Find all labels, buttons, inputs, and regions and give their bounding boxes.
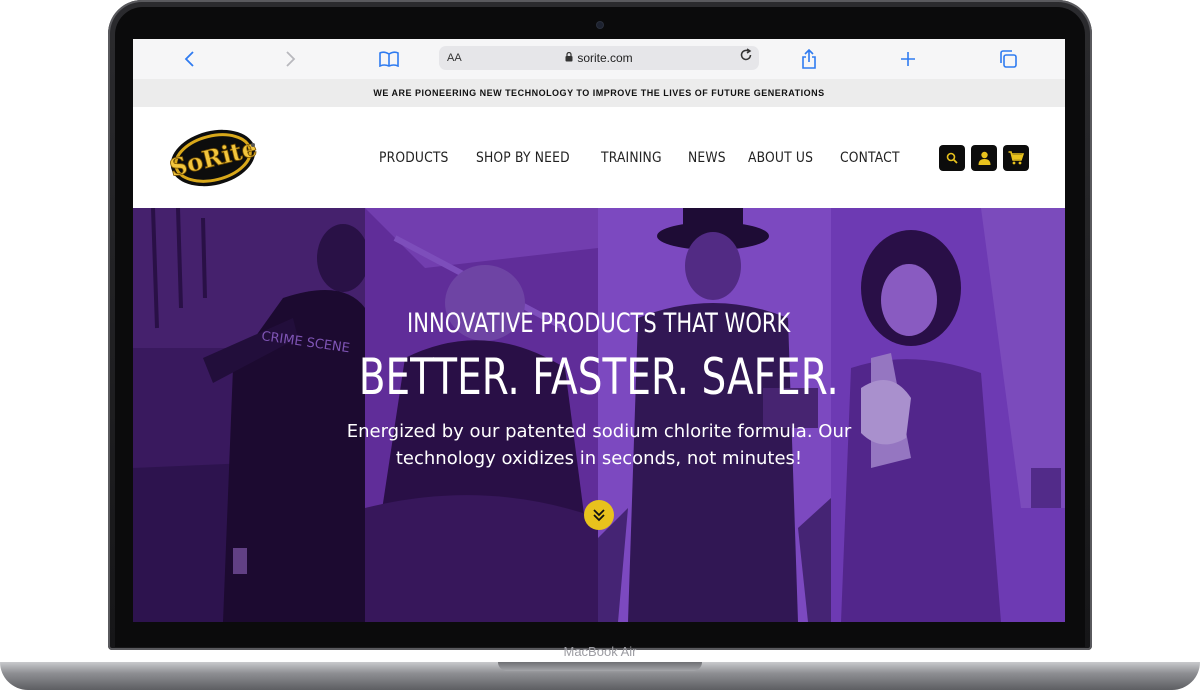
cart-icon (1008, 151, 1024, 165)
site-header: SoRite PRODUCTS SHOP BY NEED TRAINING NE… (133, 107, 1065, 208)
lock-icon (565, 48, 573, 72)
search-icon (946, 152, 958, 164)
device-model-label: MacBook Air (563, 644, 637, 659)
reader-icon[interactable] (377, 47, 401, 71)
url-text: sorite.com (577, 51, 633, 65)
hero-headline: BETTER. FASTER. SAFER. (358, 348, 840, 406)
main-nav: PRODUCTS SHOP BY NEED TRAINING NEWS ABOU… (379, 107, 926, 208)
laptop-hinge-notch (498, 662, 702, 671)
scroll-down-button[interactable] (584, 500, 614, 530)
cart-button[interactable] (1003, 145, 1029, 171)
new-tab-icon[interactable] (896, 47, 920, 71)
address-bar[interactable]: AA sorite.com (439, 46, 759, 70)
hero-title: INNOVATIVE PRODUCTS THAT WORK (407, 308, 791, 339)
nav-contact[interactable]: CONTACT (840, 150, 900, 166)
hero-description-line-1: Energized by our patented sodium chlorit… (346, 421, 852, 442)
back-icon[interactable] (178, 47, 202, 71)
account-button[interactable] (971, 145, 997, 171)
nav-products[interactable]: PRODUCTS (379, 150, 449, 166)
nav-news[interactable]: NEWS (688, 150, 726, 166)
camera-icon (597, 22, 603, 28)
hero-banner: CRIME SCENE INNOVATIVE PRODUCTS THAT WOR… (133, 208, 1065, 622)
announcement-text: WE ARE PIONEERING NEW TECHNOLOGY TO IMPR… (373, 88, 825, 98)
nav-training[interactable]: TRAINING (601, 150, 662, 166)
reload-icon[interactable] (739, 46, 753, 70)
announcement-bar: WE ARE PIONEERING NEW TECHNOLOGY TO IMPR… (133, 79, 1065, 108)
browser-toolbar: AA sorite.com (133, 39, 1065, 80)
account-icon (978, 151, 990, 165)
hero-overlay (133, 208, 1065, 622)
hero-description: Energized by our patented sodium chlorit… (333, 418, 865, 472)
browser-screen: AA sorite.com WE ARE PIONEERING NEW TECH… (133, 39, 1065, 622)
forward-icon[interactable] (278, 47, 302, 71)
nav-shop-by-need[interactable]: SHOP BY NEED (476, 150, 570, 166)
tabs-icon[interactable] (996, 47, 1020, 71)
hero-description-line-2: technology oxidizes in seconds, not minu… (395, 448, 803, 469)
share-icon[interactable] (797, 47, 821, 71)
search-button[interactable] (939, 145, 965, 171)
sorite-logo[interactable]: SoRite (169, 125, 259, 189)
nav-about-us[interactable]: ABOUT US (748, 150, 813, 166)
double-chevron-down-icon (593, 509, 605, 522)
